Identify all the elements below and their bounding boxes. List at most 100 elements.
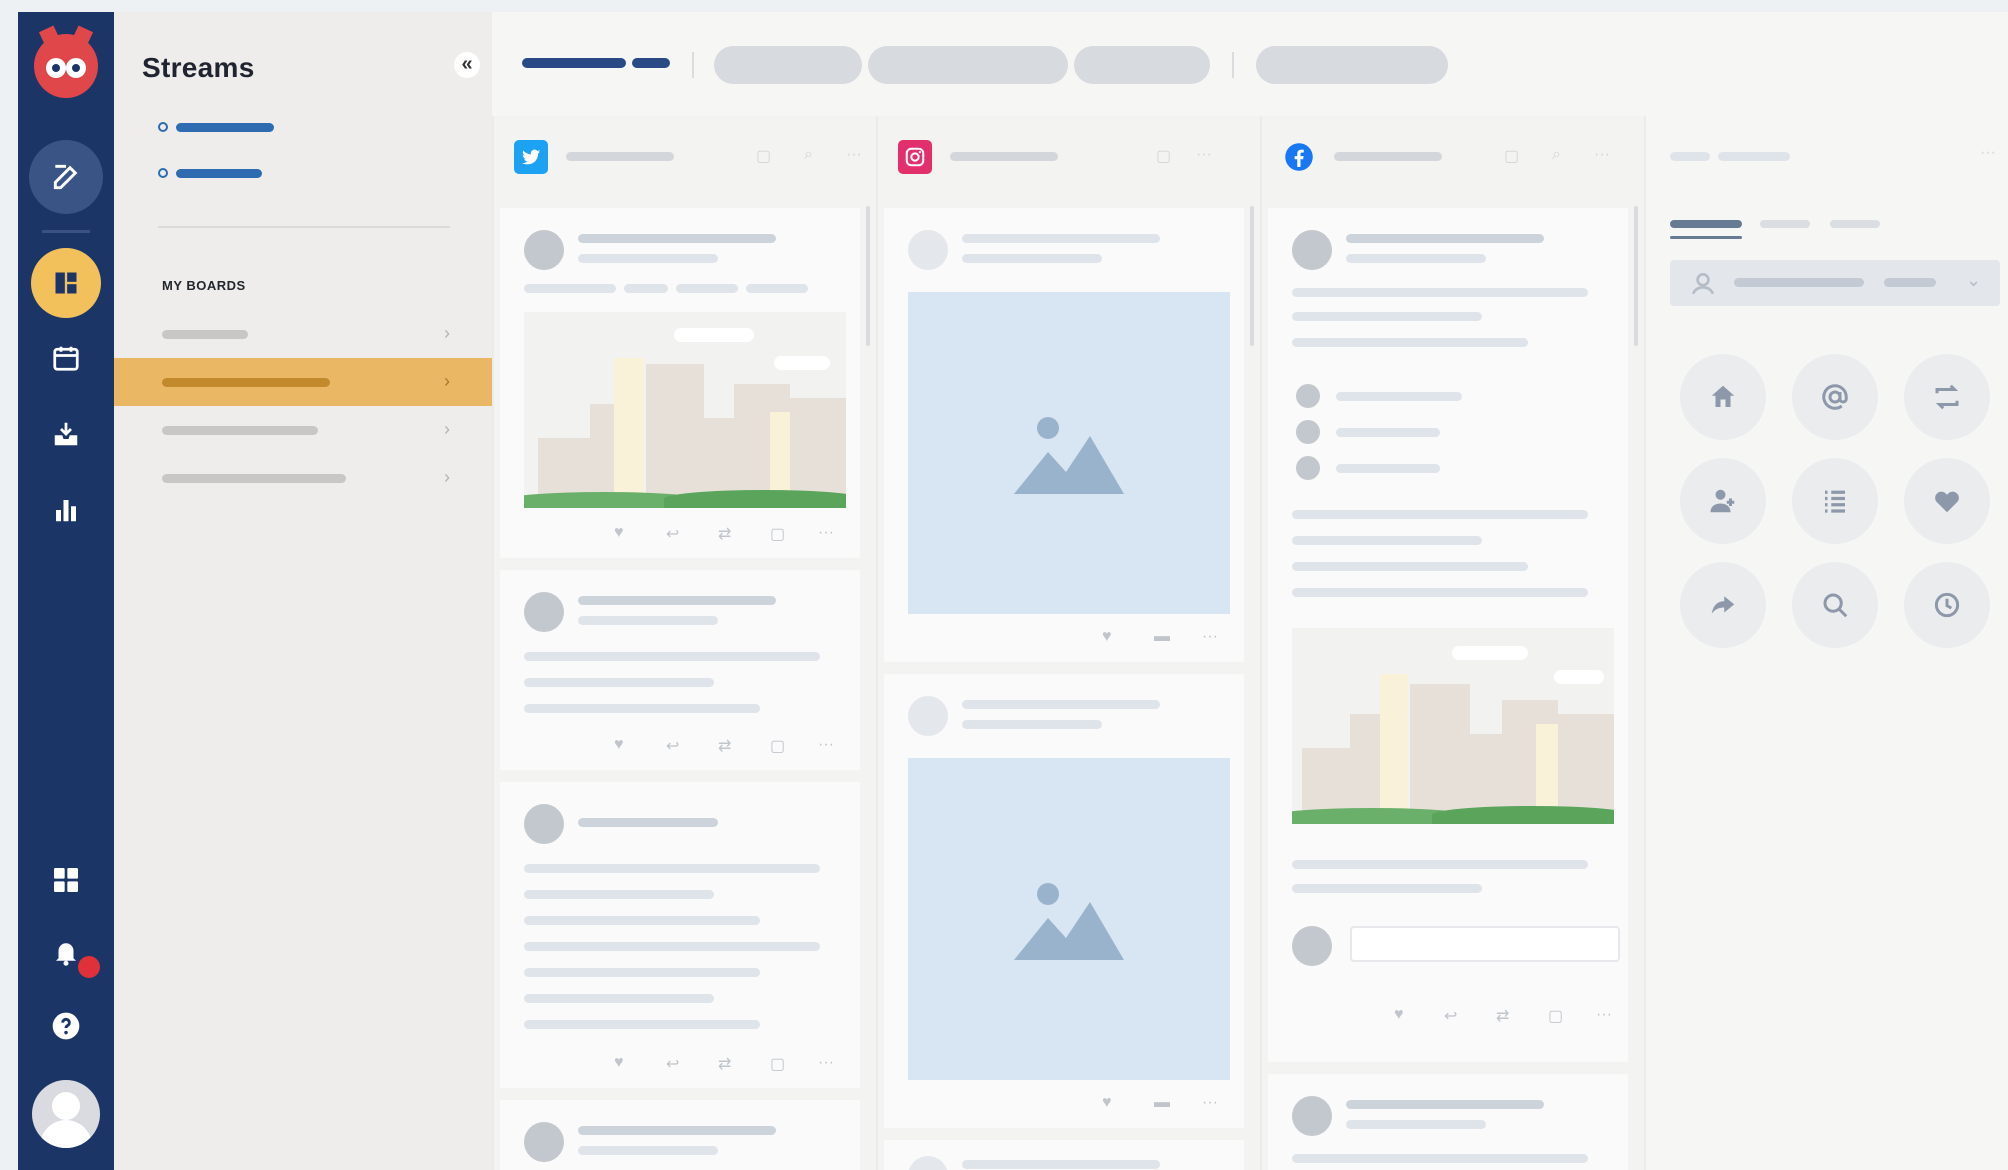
stream-link[interactable] bbox=[176, 123, 274, 132]
chevron-right-icon: › bbox=[444, 419, 450, 439]
scrollbar[interactable] bbox=[1250, 206, 1254, 346]
search-stream-button[interactable] bbox=[1792, 562, 1878, 648]
comment-icon[interactable]: ▬ bbox=[1154, 1094, 1170, 1112]
post-text bbox=[524, 864, 820, 873]
add-stream-button[interactable] bbox=[714, 46, 862, 84]
scheduled-stream-button[interactable] bbox=[1904, 562, 1990, 648]
invite-button[interactable] bbox=[1074, 46, 1210, 84]
followers-stream-button[interactable] bbox=[1680, 458, 1766, 544]
post-card[interactable]: ♥ ↩ ⇄ ▢ ··· bbox=[1268, 208, 1628, 1062]
more-icon[interactable]: ··· bbox=[1202, 1094, 1218, 1112]
post-card[interactable]: ♥ ↩ ⇄ ▢ ··· bbox=[500, 570, 860, 770]
post-card[interactable] bbox=[500, 1100, 860, 1170]
calendar-icon[interactable] bbox=[46, 338, 86, 378]
refresh-icon[interactable]: ▢ bbox=[1504, 146, 1519, 166]
column-header: ▢ ⌕ ··· bbox=[494, 116, 876, 192]
avatar bbox=[524, 1122, 564, 1162]
reply-icon[interactable]: ↩ bbox=[666, 524, 679, 544]
help-icon[interactable] bbox=[46, 1006, 86, 1046]
post-card[interactable] bbox=[1268, 1074, 1628, 1170]
scrollbar[interactable] bbox=[866, 206, 870, 346]
owl-logo-icon[interactable] bbox=[34, 25, 98, 98]
app-window: Streams « MY BOARDS › › › › ▢ ⌕ ··· ♥ ↩ … bbox=[18, 12, 2008, 1170]
retweets-stream-button[interactable] bbox=[1904, 354, 1990, 440]
more-options-icon[interactable]: ··· bbox=[846, 146, 862, 164]
like-icon[interactable]: ♥ bbox=[1102, 1094, 1112, 1112]
more-icon[interactable]: ··· bbox=[1596, 1006, 1612, 1024]
retweet-icon[interactable]: ⇄ bbox=[718, 1054, 731, 1074]
image-placeholder-icon bbox=[1014, 417, 1124, 494]
poll-option-icon[interactable] bbox=[1296, 384, 1320, 408]
mentions-stream-button[interactable] bbox=[1792, 354, 1878, 440]
more-options-icon[interactable]: ··· bbox=[1980, 144, 1996, 162]
tab[interactable] bbox=[1760, 220, 1810, 228]
post-card[interactable]: ♥ ▬ ··· bbox=[884, 208, 1244, 662]
lists-stream-button[interactable] bbox=[1792, 458, 1878, 544]
post-text bbox=[746, 284, 808, 293]
collapse-panel-button[interactable]: « bbox=[454, 52, 480, 78]
apps-icon[interactable] bbox=[46, 860, 86, 900]
post-card[interactable]: ♥ ↩ ⇄ ▢ ··· bbox=[500, 208, 860, 558]
board-item[interactable]: › bbox=[114, 454, 492, 502]
post-card[interactable]: ♥ ▬ ··· bbox=[884, 674, 1244, 1128]
refresh-icon[interactable]: ▢ bbox=[1156, 146, 1171, 166]
board-item[interactable]: › bbox=[114, 406, 492, 454]
avatar bbox=[908, 1156, 948, 1170]
post-handle bbox=[578, 616, 718, 625]
scrollbar[interactable] bbox=[1634, 206, 1638, 346]
likes-stream-button[interactable] bbox=[1904, 458, 1990, 544]
poll-option-icon[interactable] bbox=[1296, 420, 1320, 444]
like-icon[interactable]: ♥ bbox=[614, 524, 624, 542]
board-item-selected[interactable]: › bbox=[114, 358, 492, 406]
reply-icon[interactable]: ↩ bbox=[666, 1054, 679, 1074]
account-select[interactable]: ⌄ bbox=[1670, 260, 2000, 306]
more-icon[interactable]: ··· bbox=[1202, 628, 1218, 646]
more-icon[interactable]: ··· bbox=[818, 736, 834, 754]
analytics-icon[interactable] bbox=[46, 490, 86, 530]
more-icon[interactable]: ··· bbox=[818, 1054, 834, 1072]
tab[interactable] bbox=[1830, 220, 1880, 228]
poll-option-icon[interactable] bbox=[1296, 456, 1320, 480]
compose-icon[interactable] bbox=[29, 140, 103, 214]
save-icon[interactable]: ▢ bbox=[770, 736, 785, 756]
chevron-down-icon: ⌄ bbox=[1966, 270, 1982, 290]
avatar[interactable] bbox=[32, 1080, 100, 1148]
search-link[interactable] bbox=[176, 169, 262, 178]
comment-input[interactable] bbox=[1350, 926, 1620, 962]
reply-icon[interactable]: ↩ bbox=[1444, 1006, 1457, 1026]
share-icon bbox=[1711, 596, 1735, 614]
like-icon[interactable]: ♥ bbox=[614, 736, 624, 754]
retweet-icon[interactable]: ⇄ bbox=[718, 524, 731, 544]
more-icon[interactable]: ··· bbox=[818, 524, 834, 542]
board-item[interactable]: › bbox=[114, 310, 492, 358]
more-options-icon[interactable]: ··· bbox=[1196, 146, 1212, 164]
add-social-network-button[interactable] bbox=[868, 46, 1068, 84]
search-icon[interactable]: ⌕ bbox=[1552, 146, 1561, 164]
save-icon[interactable]: ▢ bbox=[770, 1054, 785, 1074]
search-icon[interactable]: ⌕ bbox=[804, 146, 813, 164]
filter-button[interactable] bbox=[1256, 46, 1448, 84]
post-author bbox=[578, 596, 776, 605]
chevron-right-icon: › bbox=[444, 467, 450, 487]
post-handle bbox=[1346, 1120, 1486, 1129]
poll-option bbox=[1336, 428, 1440, 437]
inbox-icon[interactable] bbox=[46, 414, 86, 454]
home-stream-button[interactable] bbox=[1680, 354, 1766, 440]
post-card[interactable]: ♥ ↩ ⇄ ▢ ··· bbox=[500, 782, 860, 1088]
like-icon[interactable]: ♥ bbox=[1394, 1006, 1404, 1024]
like-icon[interactable]: ♥ bbox=[614, 1054, 624, 1072]
sent-stream-button[interactable] bbox=[1680, 562, 1766, 648]
save-icon[interactable]: ▢ bbox=[770, 524, 785, 544]
refresh-icon[interactable]: ▢ bbox=[756, 146, 771, 166]
more-options-icon[interactable]: ··· bbox=[1594, 146, 1610, 164]
retweet-icon[interactable]: ⇄ bbox=[718, 736, 731, 756]
like-icon[interactable]: ♥ bbox=[1102, 628, 1112, 646]
comment-icon[interactable]: ▬ bbox=[1154, 628, 1170, 646]
post-card[interactable] bbox=[884, 1140, 1244, 1170]
streams-icon[interactable] bbox=[31, 248, 101, 318]
share-icon[interactable]: ⇄ bbox=[1496, 1006, 1509, 1026]
tab-active[interactable] bbox=[1670, 220, 1742, 228]
reply-icon[interactable]: ↩ bbox=[666, 736, 679, 756]
avatar bbox=[908, 230, 948, 270]
save-icon[interactable]: ▢ bbox=[1548, 1006, 1563, 1026]
